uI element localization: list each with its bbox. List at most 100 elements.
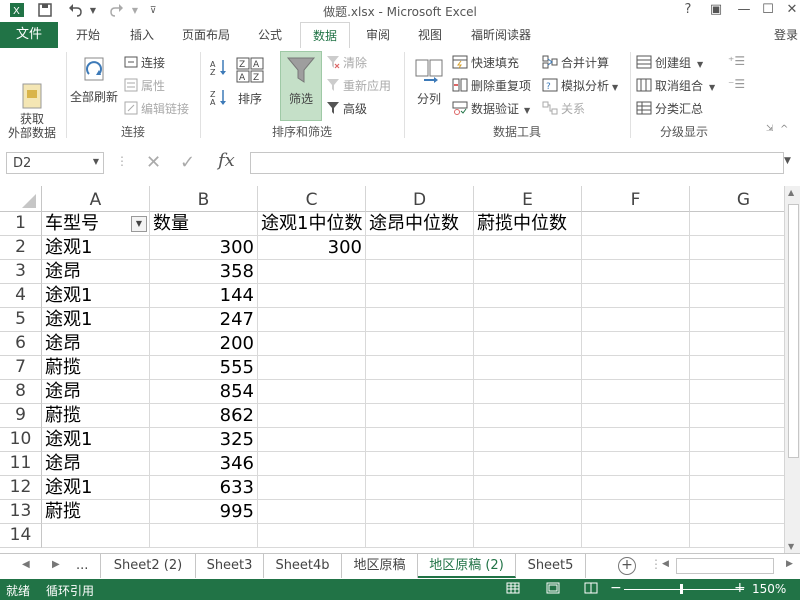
new-sheet-plus-icon[interactable]: + xyxy=(618,557,636,575)
scroll-tabs-right-icon[interactable]: ▶ xyxy=(52,559,60,570)
cell-g12[interactable] xyxy=(690,476,784,500)
cell-a1[interactable]: 车型号 ▼ xyxy=(42,212,150,236)
cell-b13[interactable]: 995 xyxy=(150,500,258,524)
row-header-1[interactable]: 1 xyxy=(0,212,42,236)
vertical-scroll-thumb[interactable] xyxy=(788,204,799,458)
row-header-2[interactable]: 2 xyxy=(0,236,42,260)
tab-page-layout[interactable]: 页面布局 xyxy=(174,22,238,48)
cell-d12[interactable] xyxy=(366,476,474,500)
cell-g10[interactable] xyxy=(690,428,784,452)
vertical-scrollbar[interactable]: ▲ ▼ xyxy=(784,186,800,553)
cell-f10[interactable] xyxy=(582,428,690,452)
cell-d14[interactable] xyxy=(366,524,474,548)
cell-g9[interactable] xyxy=(690,404,784,428)
zoom-out-icon[interactable]: − xyxy=(610,580,622,596)
cell-a10[interactable]: 途观1 xyxy=(42,428,150,452)
column-header-g[interactable]: G xyxy=(690,186,784,212)
confirm-entry-icon[interactable]: ✓ xyxy=(180,152,195,173)
connections-button[interactable]: 连接 xyxy=(124,54,165,72)
outline-dialog-launcher-icon[interactable]: ⇲ xyxy=(766,124,774,134)
cell-c9[interactable] xyxy=(258,404,366,428)
sheet-tab-sheet2-2[interactable]: Sheet2 (2) xyxy=(100,554,196,578)
cell-g7[interactable] xyxy=(690,356,784,380)
cell-b11[interactable]: 346 xyxy=(150,452,258,476)
relationships-button[interactable]: 关系 xyxy=(542,100,585,118)
row-header-10[interactable]: 10 xyxy=(0,428,42,452)
name-box-dropdown-icon[interactable]: ▼ xyxy=(93,157,99,166)
cell-a9[interactable]: 蔚揽 xyxy=(42,404,150,428)
name-box[interactable]: D2 ▼ xyxy=(6,152,104,174)
cell-e3[interactable] xyxy=(474,260,582,284)
row-header-8[interactable]: 8 xyxy=(0,380,42,404)
cell-d7[interactable] xyxy=(366,356,474,380)
zoom-slider-thumb[interactable] xyxy=(680,584,683,594)
ungroup-button[interactable]: 取消组合 ▼ xyxy=(636,77,715,95)
hscroll-left-icon[interactable]: ◀ xyxy=(662,559,669,569)
cell-e13[interactable] xyxy=(474,500,582,524)
column-header-e[interactable]: E xyxy=(474,186,582,212)
cell-b12[interactable]: 633 xyxy=(150,476,258,500)
horizontal-scroll-thumb[interactable] xyxy=(676,558,774,574)
row-header-6[interactable]: 6 xyxy=(0,332,42,356)
tab-file[interactable]: 文件 xyxy=(0,22,58,48)
row-header-4[interactable]: 4 xyxy=(0,284,42,308)
tab-review[interactable]: 审阅 xyxy=(356,22,400,48)
row-header-12[interactable]: 12 xyxy=(0,476,42,500)
collapse-ribbon-icon[interactable]: ^ xyxy=(780,124,788,135)
cell-g3[interactable] xyxy=(690,260,784,284)
zoom-slider-track[interactable] xyxy=(624,589,744,590)
zoom-in-icon[interactable]: + xyxy=(734,580,746,596)
cell-a8[interactable]: 途昂 xyxy=(42,380,150,404)
row-header-3[interactable]: 3 xyxy=(0,260,42,284)
cell-e8[interactable] xyxy=(474,380,582,404)
column-header-b[interactable]: B xyxy=(150,186,258,212)
filter-dropdown-icon[interactable]: ▼ xyxy=(131,216,147,232)
ribbon-display-button[interactable]: ▣ xyxy=(702,0,730,22)
help-button[interactable]: ? xyxy=(674,0,702,22)
cell-b3[interactable]: 358 xyxy=(150,260,258,284)
ungroup-dropdown-icon[interactable]: ▼ xyxy=(709,83,715,92)
scroll-down-icon[interactable]: ▼ xyxy=(788,542,794,551)
row-header-13[interactable]: 13 xyxy=(0,500,42,524)
cell-a5[interactable]: 途观1 xyxy=(42,308,150,332)
cell-f12[interactable] xyxy=(582,476,690,500)
flash-fill-button[interactable]: 快速填充 xyxy=(452,54,519,72)
cell-g1[interactable] xyxy=(690,212,784,236)
worksheet-grid[interactable]: A B C D E F G 1 车型号 ▼ 数量 途观1中位数 途昂中位数 蔚揽中位数 2 途观… xyxy=(0,186,784,553)
cell-a13[interactable]: 蔚揽 xyxy=(42,500,150,524)
cell-d9[interactable] xyxy=(366,404,474,428)
cancel-entry-icon[interactable]: ✕ xyxy=(146,152,161,173)
cell-f9[interactable] xyxy=(582,404,690,428)
cell-b2[interactable]: 300 xyxy=(150,236,258,260)
reapply-button[interactable]: 重新应用 xyxy=(326,77,391,95)
cell-d13[interactable] xyxy=(366,500,474,524)
cell-c5[interactable] xyxy=(258,308,366,332)
cell-c8[interactable] xyxy=(258,380,366,404)
cell-f11[interactable] xyxy=(582,452,690,476)
page-layout-view-icon[interactable] xyxy=(546,582,560,597)
cell-g11[interactable] xyxy=(690,452,784,476)
cell-d3[interactable] xyxy=(366,260,474,284)
row-header-5[interactable]: 5 xyxy=(0,308,42,332)
what-if-dropdown-icon[interactable]: ▼ xyxy=(612,83,618,92)
cell-e12[interactable] xyxy=(474,476,582,500)
cell-d5[interactable] xyxy=(366,308,474,332)
cell-d11[interactable] xyxy=(366,452,474,476)
cell-c1[interactable]: 途观1中位数 xyxy=(258,212,366,236)
column-header-d[interactable]: D xyxy=(366,186,474,212)
group-button[interactable]: 创建组 ▼ xyxy=(636,54,703,72)
cell-a12[interactable]: 途观1 xyxy=(42,476,150,500)
hscroll-right-icon[interactable]: ▶ xyxy=(786,559,793,569)
cell-g5[interactable] xyxy=(690,308,784,332)
cell-f7[interactable] xyxy=(582,356,690,380)
cell-f8[interactable] xyxy=(582,380,690,404)
row-header-9[interactable]: 9 xyxy=(0,404,42,428)
zoom-level[interactable]: 150% xyxy=(752,582,786,596)
cell-c4[interactable] xyxy=(258,284,366,308)
cell-c13[interactable] xyxy=(258,500,366,524)
data-validation-dropdown-icon[interactable]: ▼ xyxy=(524,106,530,115)
cell-c7[interactable] xyxy=(258,356,366,380)
cell-b10[interactable]: 325 xyxy=(150,428,258,452)
cell-g14[interactable] xyxy=(690,524,784,548)
cell-f4[interactable] xyxy=(582,284,690,308)
